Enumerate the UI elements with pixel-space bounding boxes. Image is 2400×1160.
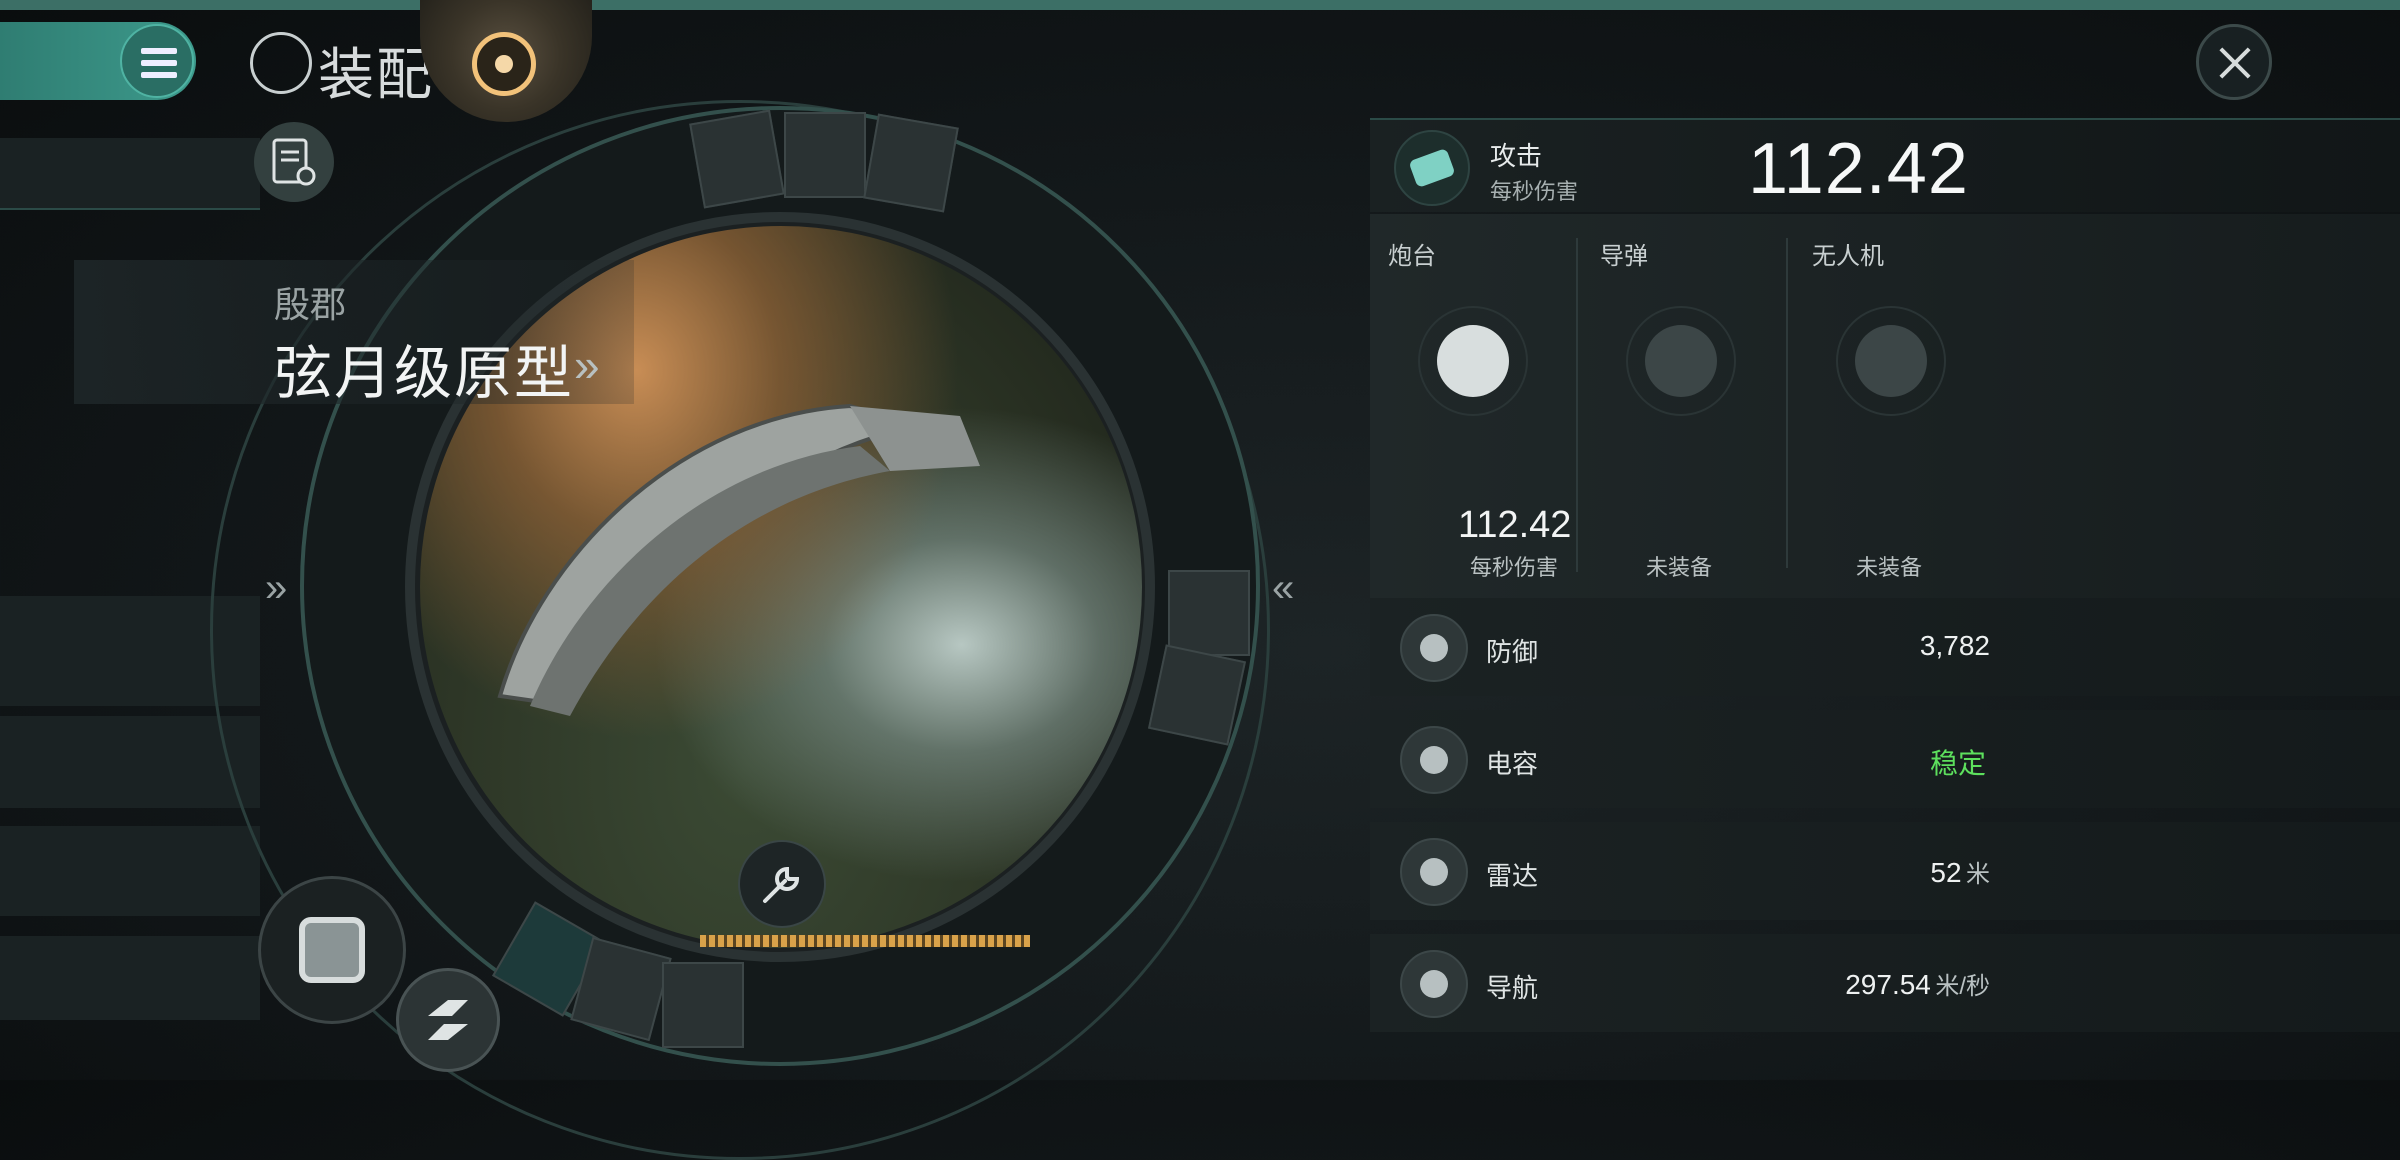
divider [1786,238,1788,568]
top-accent-line [0,0,2400,10]
shield-icon [1400,614,1468,682]
attack-label: 攻击 [1490,141,1543,171]
capacitor-label: 电容 [1486,749,1539,779]
radar-icon [1400,838,1468,906]
fitting-settings-button[interactable] [254,122,334,202]
divider [0,208,260,210]
navigation-value: 297.54 [1845,969,1931,1000]
hamburger-icon [141,48,177,54]
defense-value: 3,782 [1919,630,1990,661]
menu-button[interactable] [120,24,194,98]
drone-icon [1855,325,1927,397]
capacitor-bar [700,935,1030,947]
navigation-unit: 米/秒 [1935,973,1990,1000]
high-slot-turret[interactable] [689,109,785,209]
high-slot-turret[interactable] [863,113,959,213]
turret-slot[interactable] [1418,306,1528,416]
radar-value: 52 [1930,857,1962,888]
fitting-icon [250,32,312,94]
stat-row-capacitor[interactable]: 电容 稳定 [1370,710,2400,808]
turret-label: 炮台 [1388,243,1436,270]
navigation-icon [1400,950,1468,1018]
ship-faction: 殷郡 [274,284,347,325]
ship-detail-arrow[interactable]: » [574,338,600,392]
stat-row-radar[interactable]: 雷达 52 米 [1370,822,2400,920]
radar-value-group: 52 米 [1930,854,1990,889]
swap-icon [428,1000,468,1040]
swap-button[interactable] [396,968,500,1072]
ship-name[interactable]: 弦月级原型 [274,326,574,410]
missile-icon [1645,325,1717,397]
low-slot[interactable] [662,962,744,1048]
stat-row-defense[interactable]: 防御 3,782 [1370,598,2400,696]
missile-slot[interactable] [1626,306,1736,416]
missile-label: 导弹 [1600,243,1648,270]
hamburger-icon-line [141,60,177,66]
missile-status: 未装备 [1646,555,1713,580]
turret-icon [1437,325,1509,397]
navigation-value-group: 297.54 米/秒 [1845,966,1990,1001]
drone-status: 未装备 [1856,555,1923,580]
expand-left-chevron[interactable]: » [265,566,287,611]
radar-unit: 米 [1966,861,1990,888]
mid-slot[interactable] [1147,644,1247,746]
capacitor-value: 稳定 [1929,748,1986,779]
collapse-right-chevron[interactable]: « [1272,566,1294,611]
module-view-button[interactable] [258,876,406,1024]
high-slot-turret[interactable] [784,112,866,198]
attack-sub-label: 每秒伤害 [1490,179,1579,204]
document-gear-icon [272,138,316,186]
hamburger-icon-line [141,72,177,78]
divider [1576,238,1578,572]
left-band [0,138,260,208]
target-icon[interactable] [472,32,536,96]
drone-slot[interactable] [1836,306,1946,416]
attack-icon [1394,130,1470,206]
navigation-label: 导航 [1486,973,1539,1003]
wrench-button[interactable] [738,840,826,928]
left-band [0,936,260,1020]
stat-row-navigation[interactable]: 导航 297.54 米/秒 [1370,934,2400,1032]
capacitor-icon [1400,726,1468,794]
defense-label: 防御 [1486,637,1539,667]
wrench-icon [763,866,800,903]
total-dps: 112.42 [1748,129,1969,209]
radar-label: 雷达 [1486,861,1539,891]
mid-slot[interactable] [1168,570,1250,656]
close-button[interactable] [2196,24,2272,100]
drone-label: 无人机 [1812,243,1884,270]
turret-dps-label: 每秒伤害 [1470,555,1559,580]
page-title: 装配 [318,43,434,106]
left-band [0,826,260,916]
turret-dps: 112.42 [1458,504,1572,546]
